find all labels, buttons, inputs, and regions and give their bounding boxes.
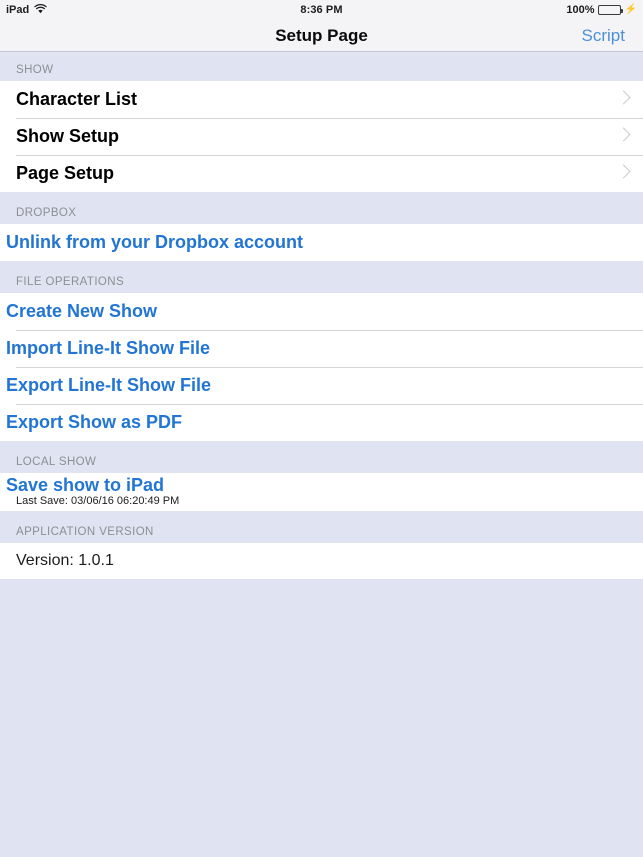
- row-create-new-show[interactable]: Create New Show: [0, 293, 643, 330]
- row-label: Unlink from your Dropbox account: [6, 232, 304, 252]
- chevron-right-icon: [616, 163, 631, 179]
- setup-page-screen: iPad 8:36 PM 100% ⚡ Setup Page Script SH…: [0, 0, 643, 857]
- row-import-show-file[interactable]: Import Line-It Show File: [0, 330, 643, 367]
- script-button[interactable]: Script: [582, 26, 625, 46]
- chevron-right-icon: [616, 89, 631, 105]
- section-application-version: Version: 1.0.1: [0, 543, 643, 579]
- row-version: Version: 1.0.1: [0, 543, 643, 579]
- section-header-dropbox: DROPBOX: [0, 192, 643, 224]
- last-save-timestamp: Last Save: 03/06/16 06:20:49 PM: [16, 495, 180, 507]
- section-header-application-version: APPLICATION VERSION: [0, 511, 643, 543]
- section-show: Character List Show Setup Page Setup: [0, 81, 643, 192]
- section-dropbox: Unlink from your Dropbox account: [0, 224, 643, 261]
- section-file-operations: Create New Show Import Line-It Show File…: [0, 293, 643, 441]
- row-character-list[interactable]: Character List: [0, 81, 643, 118]
- section-header-file-operations: FILE OPERATIONS: [0, 261, 643, 293]
- row-page-setup[interactable]: Page Setup: [0, 155, 643, 192]
- section-header-show: SHOW: [0, 52, 643, 81]
- row-label: Import Line-It Show File: [6, 338, 210, 358]
- row-show-setup[interactable]: Show Setup: [0, 118, 643, 155]
- battery-full-icon: [597, 5, 623, 15]
- section-header-local-show: LOCAL SHOW: [0, 441, 643, 473]
- row-label: Export Show as PDF: [6, 412, 183, 432]
- empty-area: [0, 579, 643, 857]
- row-label: Show Setup: [16, 126, 119, 146]
- status-bar-right: 100% ⚡: [566, 4, 637, 16]
- row-export-show-pdf[interactable]: Export Show as PDF: [0, 404, 643, 441]
- settings-table: SHOW Character List Show Setup Page Setu…: [0, 52, 643, 579]
- row-label: Export Line-It Show File: [6, 375, 212, 395]
- section-local-show: Save show to iPad Last Save: 03/06/16 06…: [0, 473, 643, 511]
- row-label: Save show to iPad: [6, 475, 165, 495]
- chevron-right-icon: [616, 126, 631, 142]
- row-export-show-file[interactable]: Export Line-It Show File: [0, 367, 643, 404]
- version-label: Version: 1.0.1: [16, 552, 114, 569]
- row-save-show-to-ipad[interactable]: Save show to iPad Last Save: 03/06/16 06…: [0, 473, 643, 511]
- row-unlink-dropbox[interactable]: Unlink from your Dropbox account: [0, 224, 643, 261]
- lightning-bolt-icon: ⚡: [624, 4, 637, 15]
- row-label: Character List: [16, 89, 138, 109]
- row-label: Page Setup: [16, 163, 115, 183]
- battery-percent-label: 100%: [566, 4, 595, 16]
- row-label: Create New Show: [6, 301, 158, 321]
- page-title: Setup Page: [275, 25, 368, 45]
- clock-label: 8:36 PM: [300, 4, 343, 16]
- navigation-bar: Setup Page Script: [0, 20, 643, 52]
- status-bar: iPad 8:36 PM 100% ⚡: [0, 0, 643, 20]
